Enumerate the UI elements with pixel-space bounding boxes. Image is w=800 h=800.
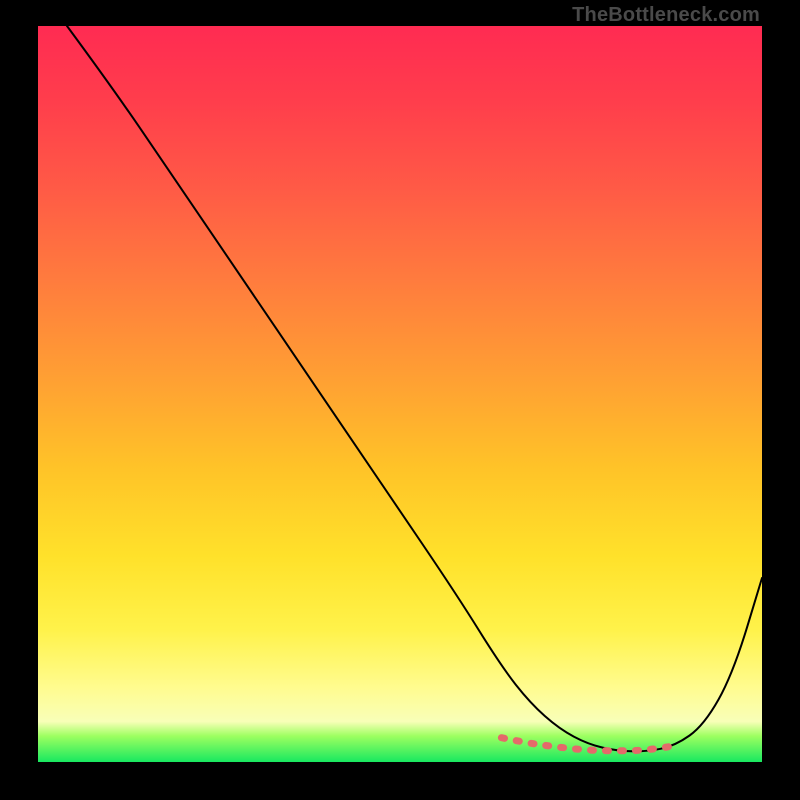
- watermark-text: TheBottleneck.com: [572, 4, 760, 27]
- chart-frame: TheBottleneck.com: [0, 0, 800, 800]
- bottleneck-curve: [67, 26, 762, 751]
- curve-svg: [38, 26, 762, 762]
- plot-area: [38, 26, 762, 762]
